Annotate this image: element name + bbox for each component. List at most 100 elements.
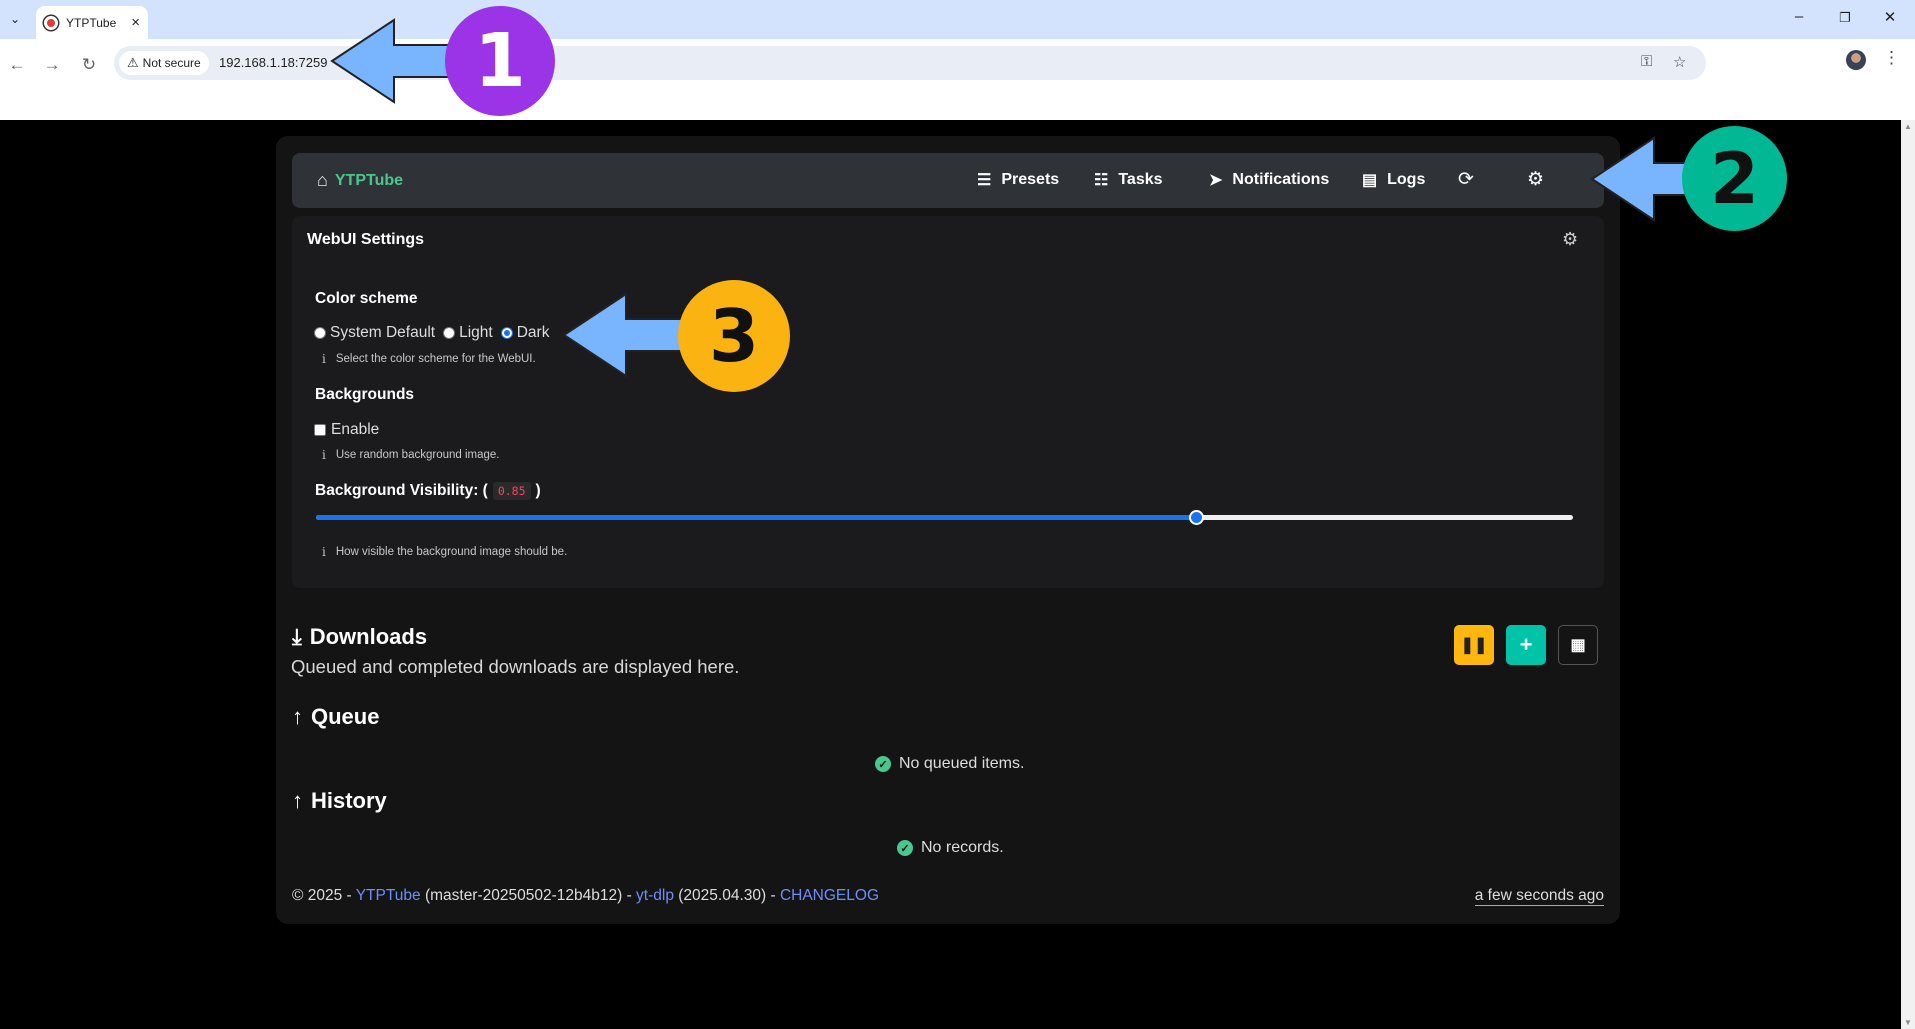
enable-backgrounds-checkbox[interactable]: [314, 424, 326, 436]
info-icon: i: [322, 545, 326, 559]
history-heading[interactable]: ↑ History: [292, 788, 387, 814]
footer-updated-time: a few seconds ago: [1474, 887, 1604, 906]
nav-logs[interactable]: ▤ Logs: [1362, 170, 1425, 190]
footer-copyright: © 2025 -: [292, 887, 352, 904]
task-list-icon: ☷: [1094, 172, 1109, 189]
window-close-icon[interactable]: ✕: [1875, 8, 1905, 26]
check-circle-icon: ✓: [897, 840, 913, 856]
url-text[interactable]: 192.168.1.18:7259: [219, 55, 327, 70]
footer-version: (master-20250502-12b4b12) -: [424, 887, 632, 904]
arrow-right-icon: →: [43, 55, 61, 74]
refresh-icon[interactable]: ⟳: [1458, 168, 1474, 191]
color-scheme-radio-group: System Default Light Dark: [314, 324, 557, 342]
radio-system-default-label[interactable]: System Default: [330, 324, 435, 342]
ytptube-favicon-icon: [44, 15, 58, 30]
visibility-label-suffix: ): [535, 482, 541, 499]
tab-search-button[interactable]: ⌄: [5, 8, 25, 30]
downloads-title: Downloads: [309, 624, 428, 649]
forward-button[interactable]: →: [38, 51, 66, 79]
browser-toolbar: ← → ↻ ⚠ Not secure 192.168.1.18:7259 ⚿ ☆…: [0, 39, 1915, 120]
history-title: History: [311, 788, 387, 813]
enable-backgrounds-label[interactable]: Enable: [331, 421, 379, 439]
reload-button[interactable]: ↻: [75, 51, 103, 79]
profile-avatar[interactable]: [1846, 50, 1866, 70]
nav-presets[interactable]: ☰ Presets: [977, 170, 1059, 190]
arrow-up-icon: ↑: [292, 788, 303, 813]
slider-fill: [316, 515, 1196, 520]
nav-tasks[interactable]: ☷ Tasks: [1094, 170, 1163, 190]
minimize-icon[interactable]: –: [1784, 8, 1814, 25]
nav-presets-label: Presets: [1001, 171, 1060, 188]
color-scheme-help: i Select the color scheme for the WebUI.: [322, 352, 536, 366]
visibility-label-prefix: Background Visibility: (: [315, 482, 488, 499]
app-navbar: ⌂ YTPTube ☰ Presets ☷ Tasks ➤ Notificati…: [292, 153, 1604, 208]
reload-icon: ↻: [81, 55, 97, 74]
backgrounds-help-text: Use random background image.: [335, 449, 500, 461]
warning-icon: ⚠: [127, 55, 139, 70]
plus-icon: +: [1519, 632, 1533, 657]
radio-system-default[interactable]: [314, 327, 326, 339]
back-button[interactable]: ←: [3, 51, 31, 79]
password-key-icon[interactable]: ⚿: [1641, 53, 1652, 70]
add-download-button[interactable]: +: [1506, 625, 1546, 665]
app-container: ⌂ YTPTube ☰ Presets ☷ Tasks ➤ Notificati…: [276, 136, 1620, 924]
nav-notifications-label: Notifications: [1232, 171, 1330, 188]
settings-title: WebUI Settings: [307, 231, 425, 248]
background-visibility-slider[interactable]: [316, 510, 1573, 525]
page-scrollbar[interactable]: ▲ ▼: [1901, 120, 1915, 1029]
annotation-arrow-1-icon: [330, 18, 459, 104]
color-scheme-help-text: Select the color scheme for the WebUI.: [335, 353, 536, 365]
footer-ytdlp-version: (2025.04.30) -: [678, 887, 776, 904]
queue-empty-message: ✓ No queued items.: [875, 755, 1024, 773]
queue-title: Queue: [311, 704, 380, 729]
scroll-down-icon[interactable]: ▼: [1904, 1018, 1912, 1027]
browser-tab[interactable]: YTPTube ×: [36, 6, 148, 39]
footer-app-link[interactable]: YTPTube: [356, 887, 421, 904]
file-icon: ▤: [1362, 172, 1378, 189]
radio-dark-label[interactable]: Dark: [517, 324, 550, 342]
radio-light-label[interactable]: Light: [459, 324, 493, 342]
bookmark-star-icon[interactable]: ☆: [1673, 53, 1686, 71]
close-icon[interactable]: ×: [131, 14, 140, 31]
nav-notifications[interactable]: ➤ Notifications: [1209, 170, 1329, 190]
webui-settings-card: WebUI Settings ⚙ Color scheme System Def…: [292, 216, 1604, 588]
background-visibility-label: Background Visibility: ( 0.85 ): [315, 482, 541, 500]
check-circle-icon: ✓: [875, 756, 891, 772]
arrow-left-icon: ←: [8, 55, 26, 74]
gear-icon[interactable]: ⚙: [1562, 229, 1578, 250]
radio-dark[interactable]: [500, 327, 513, 339]
visibility-help-text: How visible the background image should …: [335, 546, 568, 558]
footer-changelog-link[interactable]: CHANGELOG: [780, 887, 879, 904]
color-scheme-label: Color scheme: [315, 290, 418, 307]
downloads-heading: ⤓ Downloads: [292, 624, 427, 650]
annotation-badge-3: 3: [678, 280, 790, 392]
annotation-arrow-3-icon: [562, 292, 691, 378]
history-empty-message: ✓ No records.: [897, 839, 1004, 857]
backgrounds-help: i Use random background image.: [322, 448, 500, 462]
visibility-value: 0.85: [492, 482, 531, 500]
pause-icon: ❚❚: [1460, 637, 1488, 654]
site-info-chip[interactable]: ⚠ Not secure: [119, 51, 209, 75]
backgrounds-label: Backgrounds: [315, 386, 415, 403]
chevron-down-icon: ⌄: [9, 12, 21, 26]
browser-menu-icon[interactable]: ⋮: [1883, 48, 1900, 68]
settings-gear-icon[interactable]: ⚙: [1527, 168, 1544, 191]
home-icon: ⌂: [317, 170, 328, 190]
visibility-help: i How visible the background image shoul…: [322, 545, 567, 559]
pause-button[interactable]: ❚❚: [1454, 625, 1494, 665]
table-icon: ▦: [1570, 637, 1586, 654]
radio-light[interactable]: [443, 327, 456, 339]
history-empty-text: No records.: [921, 839, 1004, 856]
download-icon: ⤓: [292, 624, 302, 649]
restore-icon[interactable]: ❐: [1830, 10, 1860, 26]
slider-thumb[interactable]: [1188, 510, 1204, 525]
footer-ytdlp-link[interactable]: yt-dlp: [636, 887, 674, 904]
queue-heading[interactable]: ↑ Queue: [292, 704, 379, 730]
nav-tasks-label: Tasks: [1118, 171, 1163, 188]
brand-link[interactable]: ⌂ YTPTube: [317, 170, 403, 191]
security-label: Not secure: [142, 56, 201, 70]
brand-label: YTPTube: [334, 171, 404, 189]
scroll-up-icon[interactable]: ▲: [1904, 122, 1912, 131]
sliders-icon: ☰: [977, 172, 992, 189]
table-view-button[interactable]: ▦: [1558, 625, 1598, 665]
